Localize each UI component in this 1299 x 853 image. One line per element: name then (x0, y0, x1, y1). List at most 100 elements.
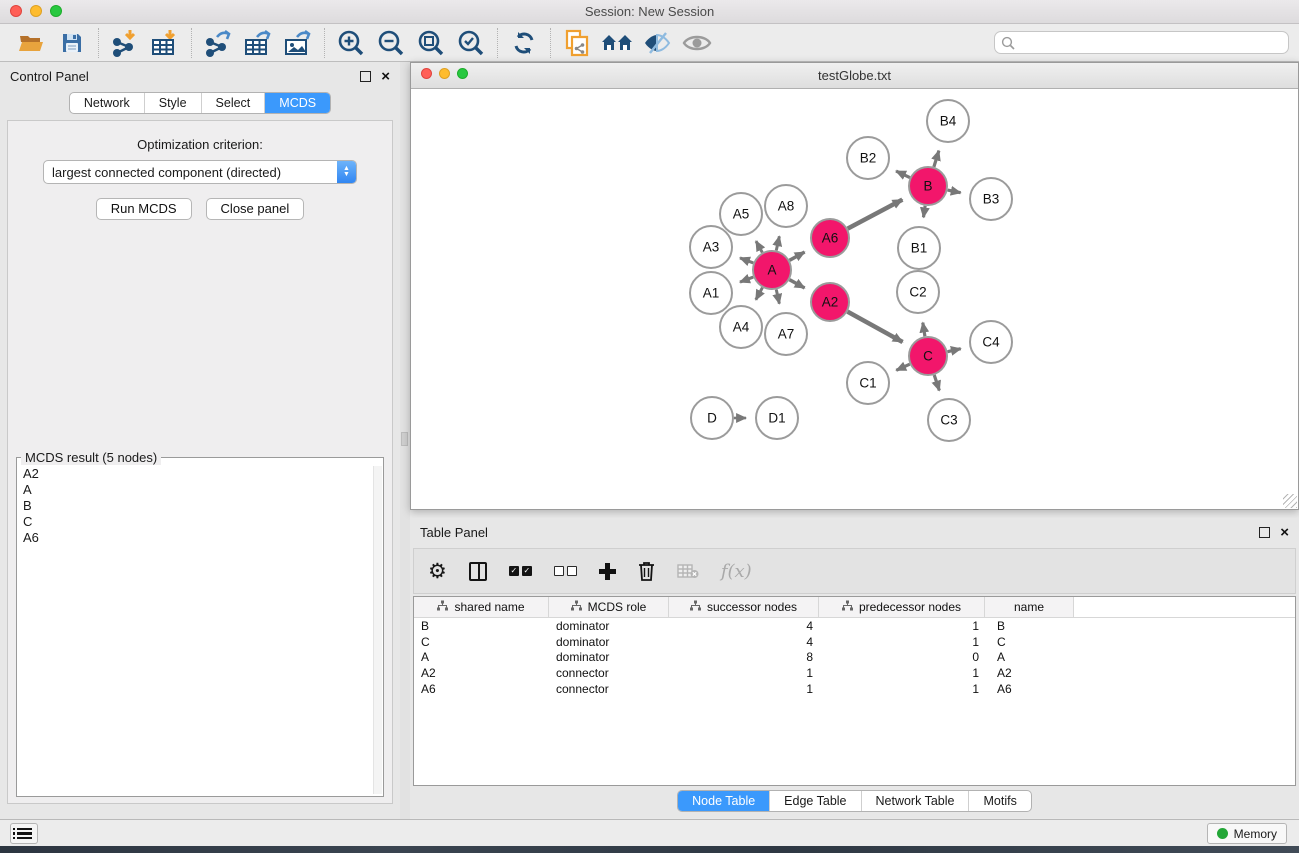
graph-edge-A-A7[interactable] (776, 290, 779, 304)
graph-edge-B-B2[interactable] (896, 171, 910, 177)
search-input[interactable] (1019, 36, 1288, 50)
table-cell[interactable]: 1 (819, 619, 985, 633)
column-header-shared-name[interactable]: shared name (414, 597, 549, 617)
table-cell[interactable]: C (985, 635, 1074, 649)
table-cell[interactable]: 4 (669, 619, 819, 633)
run-mcds-button[interactable]: Run MCDS (96, 198, 192, 220)
export-image-icon[interactable] (278, 26, 318, 60)
memory-button[interactable]: Memory (1207, 823, 1287, 844)
network-close-button[interactable] (421, 68, 432, 79)
table-tab-node-table[interactable]: Node Table (678, 791, 769, 811)
graph-edge-A-A4[interactable] (756, 288, 763, 300)
network-minimize-button[interactable] (439, 68, 450, 79)
graph-edge-A-A6[interactable] (790, 252, 805, 260)
table-cell[interactable]: A6 (985, 682, 1074, 696)
graph-node-A8[interactable]: A8 (765, 185, 807, 227)
graph-node-C1[interactable]: C1 (847, 362, 889, 404)
table-row[interactable]: Cdominator41C (414, 634, 1295, 650)
gear-icon[interactable]: ⚙ (428, 556, 447, 586)
graph-node-A5[interactable]: A5 (720, 193, 762, 235)
graph-node-A7[interactable]: A7 (765, 313, 807, 355)
import-table-icon[interactable] (145, 26, 185, 60)
graph-edge-A-A8[interactable] (776, 236, 779, 250)
mcds-result-item[interactable]: A2 (21, 466, 373, 482)
mcds-result-item[interactable]: A6 (21, 530, 373, 546)
table-cell[interactable]: 1 (819, 682, 985, 696)
graph-node-C[interactable]: C (909, 337, 947, 375)
column-header-MCDS-role[interactable]: MCDS role (549, 597, 669, 617)
column-header-name[interactable]: name (985, 597, 1074, 617)
mcds-result-item[interactable]: A (21, 482, 373, 498)
trash-icon[interactable] (638, 556, 655, 586)
graph-edge-C-C1[interactable] (896, 364, 909, 370)
column-header-predecessor-nodes[interactable]: predecessor nodes (819, 597, 985, 617)
zoom-in-icon[interactable] (331, 26, 371, 60)
table-cell[interactable]: 1 (669, 666, 819, 680)
graph-edge-B-B1[interactable] (923, 206, 925, 218)
graph-edge-C-C3[interactable] (934, 375, 939, 391)
table-cell[interactable]: A2 (985, 666, 1074, 680)
graph-node-A4[interactable]: A4 (720, 306, 762, 348)
export-table-icon[interactable] (238, 26, 278, 60)
graph-node-B[interactable]: B (909, 167, 947, 205)
columns-icon[interactable] (469, 556, 487, 586)
float-panel-icon[interactable] (360, 71, 371, 82)
mcds-result-item[interactable]: B (21, 498, 373, 514)
tab-style[interactable]: Style (144, 93, 201, 113)
zoom-window-button[interactable] (50, 5, 62, 17)
graph-node-B3[interactable]: B3 (970, 178, 1012, 220)
graph-node-D[interactable]: D (691, 397, 733, 439)
table-cell[interactable]: dominator (549, 650, 669, 664)
table-tab-motifs[interactable]: Motifs (968, 791, 1030, 811)
table-cell[interactable]: 1 (819, 666, 985, 680)
table-row[interactable]: Bdominator41B (414, 618, 1295, 634)
graph-edge-A-A2[interactable] (790, 280, 805, 288)
table-row[interactable]: A2connector11A2 (414, 665, 1295, 681)
table-cell[interactable]: dominator (549, 619, 669, 633)
table-cell[interactable]: B (985, 619, 1074, 633)
table-cell[interactable]: connector (549, 682, 669, 696)
result-scrollbar[interactable] (373, 466, 382, 794)
graph-node-D1[interactable]: D1 (756, 397, 798, 439)
resize-grip[interactable] (1283, 494, 1297, 508)
table-cell[interactable]: connector (549, 666, 669, 680)
graph-edge-A6-B[interactable] (848, 200, 903, 229)
task-history-button[interactable] (10, 823, 38, 844)
unchecked-boxes-icon[interactable] (554, 556, 577, 586)
table-close-icon[interactable]: × (1280, 527, 1289, 538)
table-cell[interactable]: 1 (819, 635, 985, 649)
table-cell[interactable]: 1 (669, 682, 819, 696)
graph-edge-A-A3[interactable] (740, 258, 753, 263)
close-panel-icon[interactable]: × (381, 71, 390, 82)
table-cell[interactable]: B (414, 619, 549, 633)
network-canvas[interactable]: AA1A2A3A4A5A6A7A8BB1B2B3B4CC1C2C3C4DD1 (411, 89, 1298, 509)
eye-slash-icon[interactable] (637, 26, 677, 60)
divider-grip[interactable] (401, 432, 408, 446)
tab-mcds[interactable]: MCDS (264, 93, 330, 113)
table-cell[interactable]: C (414, 635, 549, 649)
zoom-out-icon[interactable] (371, 26, 411, 60)
graph-node-A2[interactable]: A2 (811, 283, 849, 321)
houses-icon[interactable] (597, 26, 637, 60)
minimize-window-button[interactable] (30, 5, 42, 17)
checked-boxes-icon[interactable]: ✓✓ (509, 556, 532, 586)
table-cell[interactable]: dominator (549, 635, 669, 649)
table-cell[interactable]: A6 (414, 682, 549, 696)
graph-node-A1[interactable]: A1 (690, 272, 732, 314)
table-row[interactable]: Adominator80A (414, 650, 1295, 666)
graph-node-C4[interactable]: C4 (970, 321, 1012, 363)
close-window-button[interactable] (10, 5, 22, 17)
eye-icon[interactable] (677, 26, 717, 60)
documents-share-icon[interactable] (557, 26, 597, 60)
graph-edge-B-B4[interactable] (934, 151, 939, 167)
graph-node-A[interactable]: A (753, 251, 791, 289)
table-row[interactable]: A6connector11A6 (414, 681, 1295, 697)
graph-edge-C-C4[interactable] (948, 349, 961, 352)
table-cell[interactable]: A (414, 650, 549, 664)
criterion-dropdown[interactable]: largest connected component (directed) ▲… (43, 160, 357, 184)
table-float-icon[interactable] (1259, 527, 1270, 538)
graph-node-A3[interactable]: A3 (690, 226, 732, 268)
search-field[interactable] (994, 31, 1289, 54)
network-zoom-button[interactable] (457, 68, 468, 79)
refresh-icon[interactable] (504, 26, 544, 60)
